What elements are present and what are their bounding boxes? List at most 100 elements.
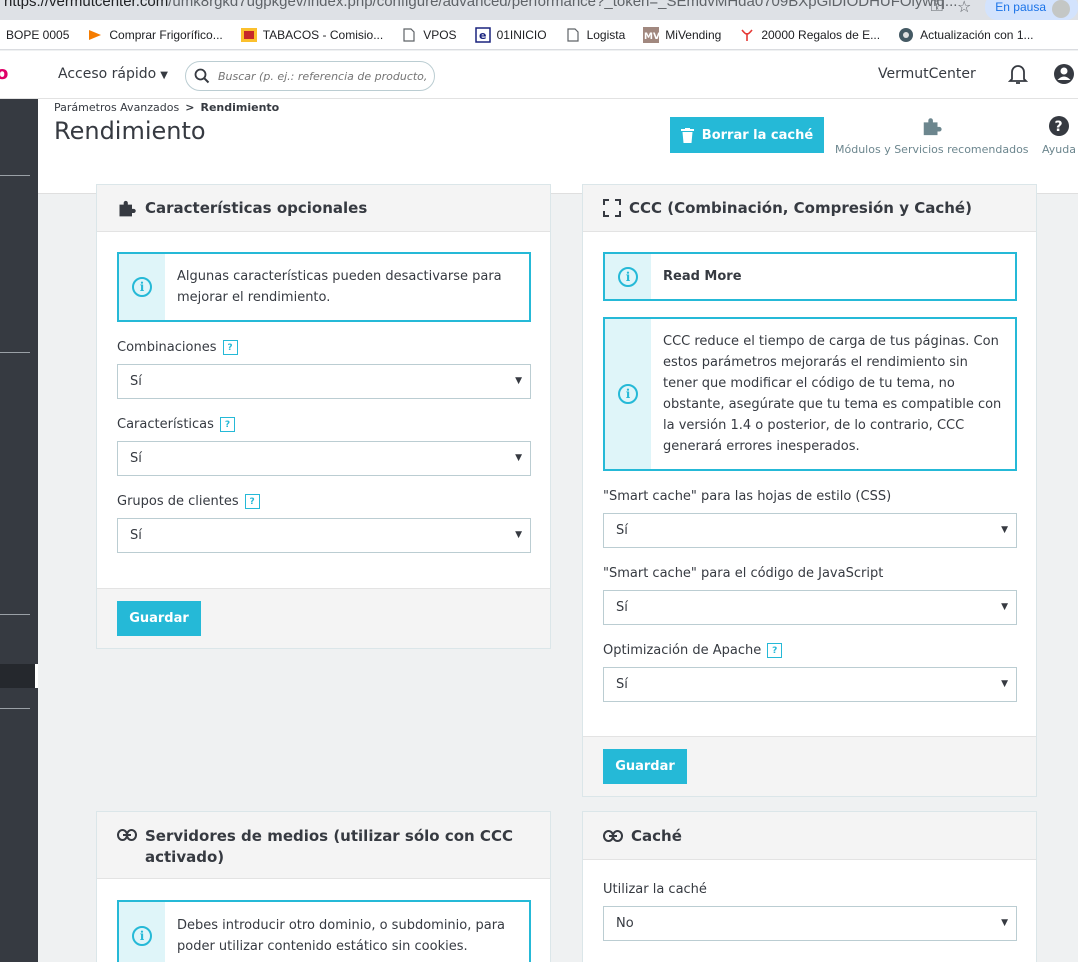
bookmark-logista[interactable]: Logista (565, 27, 626, 42)
sidebar-divider (0, 614, 30, 615)
bookmark-vpos[interactable]: VPOS (401, 28, 457, 42)
mv-icon: MV (643, 26, 660, 43)
bookmark-label: 20000 Regalos de E... (761, 27, 881, 42)
recommended-modules-button[interactable]: Módulos y Servicios recomendados (835, 115, 1029, 156)
help-question-icon[interactable]: ? (767, 643, 783, 658)
bell-icon[interactable] (1008, 63, 1028, 85)
read-more-link[interactable]: Read More (651, 254, 754, 299)
info-icon: i (132, 926, 152, 946)
customer-groups-select[interactable]: Sí ▼ (117, 518, 531, 553)
help-question-icon[interactable]: ? (219, 417, 235, 432)
app-header: o Acceso rápido▼ VermutCenter (0, 51, 1078, 99)
help-icon: ? (1048, 116, 1069, 136)
field-label-smart-cache-css: "Smart cache" para las hojas de estilo (… (603, 489, 891, 504)
dropdown-arrow-icon: ▼ (1001, 602, 1008, 612)
logo[interactable]: o (0, 63, 8, 84)
panel-heading: Caché (583, 812, 1036, 860)
link-icon (603, 829, 623, 842)
sidebar-item-active[interactable] (0, 664, 38, 688)
browser-address-bar[interactable]: https://vermutcenter.com/umk8rgkd7ugpkge… (0, 0, 1078, 20)
select-value: Sí (130, 451, 142, 466)
info-icon: i (618, 384, 638, 404)
bookmark-label: TABACOS - Comisio... (262, 27, 384, 42)
dropdown-arrow-icon: ▼ (515, 453, 522, 463)
select-value: Sí (130, 528, 142, 543)
help-button[interactable]: ? Ayuda (1042, 115, 1076, 156)
apache-optimization-select[interactable]: Sí ▼ (603, 667, 1017, 702)
breadcrumb-parent[interactable]: Parámetros Avanzados (54, 101, 179, 114)
link-icon (117, 829, 137, 841)
clear-cache-button[interactable]: Borrar la caché (670, 117, 824, 153)
media-servers-panel: Servidores de medios (utilizar sólo con … (96, 811, 551, 962)
select-value: No (616, 916, 634, 931)
sidebar-divider (0, 352, 30, 353)
field-label-features: Características? (117, 417, 235, 432)
url-text[interactable]: https://vermutcenter.com/umk8rgkd7ugpkge… (4, 0, 957, 10)
page-icon (565, 27, 581, 42)
bookmarks-bar: BOPE 0005 Comprar Frigorífico... TABACOS… (0, 20, 1078, 50)
key-icon[interactable]: ⚿ (931, 0, 943, 16)
label-text: Combinaciones (117, 340, 217, 355)
bookmark-label: 01INICIO (496, 27, 547, 42)
smart-cache-css-select[interactable]: Sí ▼ (603, 513, 1017, 548)
bookmark-frigorifico[interactable]: Comprar Frigorífico... (87, 27, 223, 42)
info-icon-box: i (119, 902, 165, 962)
label-text: "Smart cache" para el código de JavaScri… (603, 566, 884, 581)
use-cache-select[interactable]: No ▼ (603, 906, 1017, 941)
star-icon[interactable]: ☆ (957, 0, 971, 16)
info-alert: i Algunas características pueden desacti… (117, 252, 531, 322)
bookmark-tabacos[interactable]: TABACOS - Comisio... (240, 27, 384, 42)
svg-text:e: e (479, 29, 486, 42)
help-question-icon[interactable]: ? (244, 494, 260, 509)
search-icon[interactable] (194, 68, 210, 84)
svg-text:MV: MV (644, 32, 659, 42)
puzzle-icon (119, 200, 136, 217)
alert-text: Algunas características pueden desactiva… (177, 269, 502, 305)
breadcrumb-current: Rendimiento (200, 101, 280, 114)
help-label: Ayuda (1042, 143, 1076, 156)
field-label-use-cache: Utilizar la caché (603, 882, 707, 897)
bookmark-label: Actualización con 1... (920, 27, 1034, 42)
read-more-alert[interactable]: i Read More (603, 252, 1017, 301)
smart-cache-js-select[interactable]: Sí ▼ (603, 590, 1017, 625)
alert-text: CCC reduce el tiempo de carga de tus pág… (663, 334, 1002, 454)
label-text: Utilizar la caché (603, 882, 707, 897)
features-select[interactable]: Sí ▼ (117, 441, 531, 476)
info-alert: i CCC reduce el tiempo de carga de tus p… (603, 317, 1017, 471)
panel-footer: Guardar (583, 736, 1036, 796)
search-input[interactable] (218, 69, 428, 83)
ccc-panel: CCC (Combinación, Compresión y Caché) i … (582, 184, 1037, 797)
help-question-icon[interactable]: ? (222, 340, 238, 355)
combinations-select[interactable]: Sí ▼ (117, 364, 531, 399)
optional-features-panel: Características opcionales i Algunas car… (96, 184, 551, 649)
breadcrumb-separator: > (185, 101, 195, 114)
profile-paused-button[interactable]: En pausa (985, 0, 1078, 20)
info-icon: i (618, 266, 638, 287)
save-button[interactable]: Guardar (117, 601, 201, 636)
save-button[interactable]: Guardar (603, 749, 687, 784)
search-box (185, 61, 435, 91)
clear-cache-label: Borrar la caché (701, 127, 814, 143)
dropdown-arrow-icon: ▼ (515, 530, 522, 540)
bookmark-mivending[interactable]: MV MiVending (643, 26, 721, 43)
alert-text: Debes introducir otro dominio, o subdomi… (177, 918, 506, 954)
bookmark-bope[interactable]: BOPE 0005 (6, 28, 69, 42)
user-icon[interactable] (1053, 63, 1075, 85)
select-value: Sí (616, 523, 628, 538)
bookmark-regalos[interactable]: 20000 Regalos de E... (739, 28, 880, 42)
bookmark-label: BOPE 0005 (6, 27, 70, 42)
dropdown-arrow-icon: ▼ (1001, 918, 1008, 928)
e-icon: e (474, 26, 491, 43)
bookmark-01inicio[interactable]: e 01INICIO (474, 26, 547, 43)
dropdown-arrow-icon: ▼ (515, 376, 522, 386)
bookmark-actualizacion[interactable]: Actualización con 1... (898, 27, 1034, 42)
tobacco-icon (240, 27, 257, 42)
paused-label: En pausa (995, 0, 1046, 14)
panel-title: Servidores de medios (utilizar sólo con … (145, 827, 513, 866)
bookmark-label: Comprar Frigorífico... (109, 27, 223, 42)
bookmark-label: Logista (586, 27, 626, 42)
quick-access-dropdown[interactable]: Acceso rápido ▼ (58, 66, 168, 82)
info-icon-box: i (605, 319, 651, 469)
dropdown-arrow-icon: ▼ (1001, 525, 1008, 535)
shop-name-link[interactable]: VermutCenter (878, 66, 976, 82)
